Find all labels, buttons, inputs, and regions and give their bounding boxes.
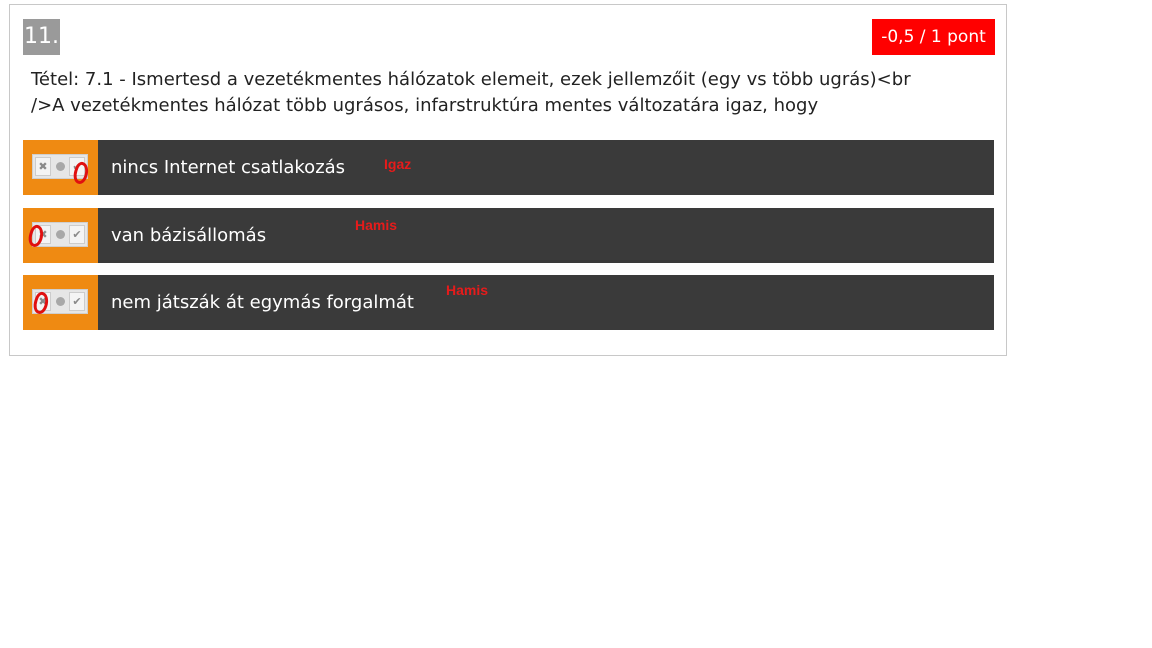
answer-toggle[interactable]: ✖ ✔	[23, 140, 98, 195]
option-row: ✖ ✔ nincs Internet csatlakozás	[23, 140, 994, 195]
x-icon: ✖	[35, 157, 51, 176]
score-badge: -0,5 / 1 pont	[872, 19, 995, 55]
answer-toggle[interactable]: ✖ ✔	[23, 208, 98, 263]
option-row: ✖ ✔ nem játszák át egymás forgalmát	[23, 275, 994, 330]
option-label: van bázisállomás	[111, 225, 267, 246]
check-icon: ✔	[69, 292, 85, 311]
toggle-knob	[55, 297, 65, 306]
option-row: ✖ ✔ van bázisállomás	[23, 208, 994, 263]
option-label: nem játszák át egymás forgalmát	[111, 292, 414, 313]
check-icon: ✔	[69, 225, 85, 244]
toggle-knob	[55, 230, 65, 239]
option-label: nincs Internet csatlakozás	[111, 157, 346, 178]
annotation-text: Hamis	[355, 217, 398, 233]
annotation-text: Hamis	[446, 282, 489, 298]
annotation-text: Igaz	[384, 156, 412, 172]
question-text: Tétel: 7.1 - Ismertesd a vezetékmentes h…	[31, 69, 911, 116]
question-number: 11.	[23, 19, 60, 55]
toggle-knob	[55, 162, 65, 171]
answer-toggle[interactable]: ✖ ✔	[23, 275, 98, 330]
question-card: 11. -0,5 / 1 pont Tétel: 7.1 - Ismertesd…	[9, 4, 1007, 356]
